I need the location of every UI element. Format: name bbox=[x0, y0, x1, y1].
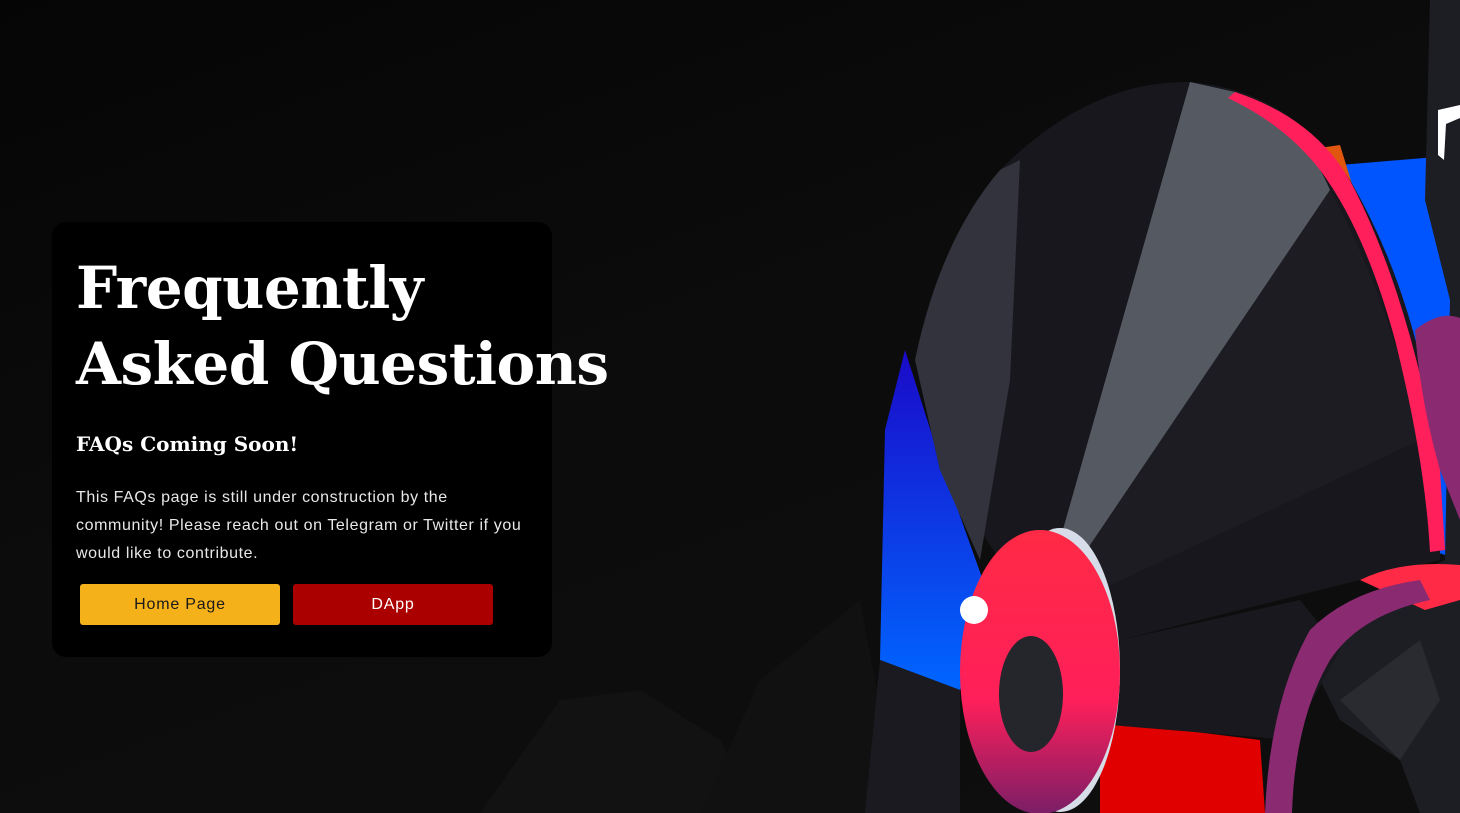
home-page-button[interactable]: Home Page bbox=[80, 584, 280, 625]
page-title-line2: Asked Questions bbox=[76, 330, 609, 398]
dapp-button[interactable]: DApp bbox=[293, 584, 493, 625]
faq-description: This FAQs page is still under constructi… bbox=[76, 489, 522, 562]
page-title: Frequently Asked Questions bbox=[76, 250, 609, 402]
page-title-line1: Frequently bbox=[76, 254, 423, 322]
faq-subtitle: FAQs Coming Soon! bbox=[76, 432, 299, 456]
faq-card: Frequently Asked Questions FAQs Coming S… bbox=[52, 222, 609, 657]
page: Frequently Asked Questions FAQs Coming S… bbox=[0, 0, 1460, 813]
action-buttons: Home Page DApp bbox=[80, 584, 493, 625]
